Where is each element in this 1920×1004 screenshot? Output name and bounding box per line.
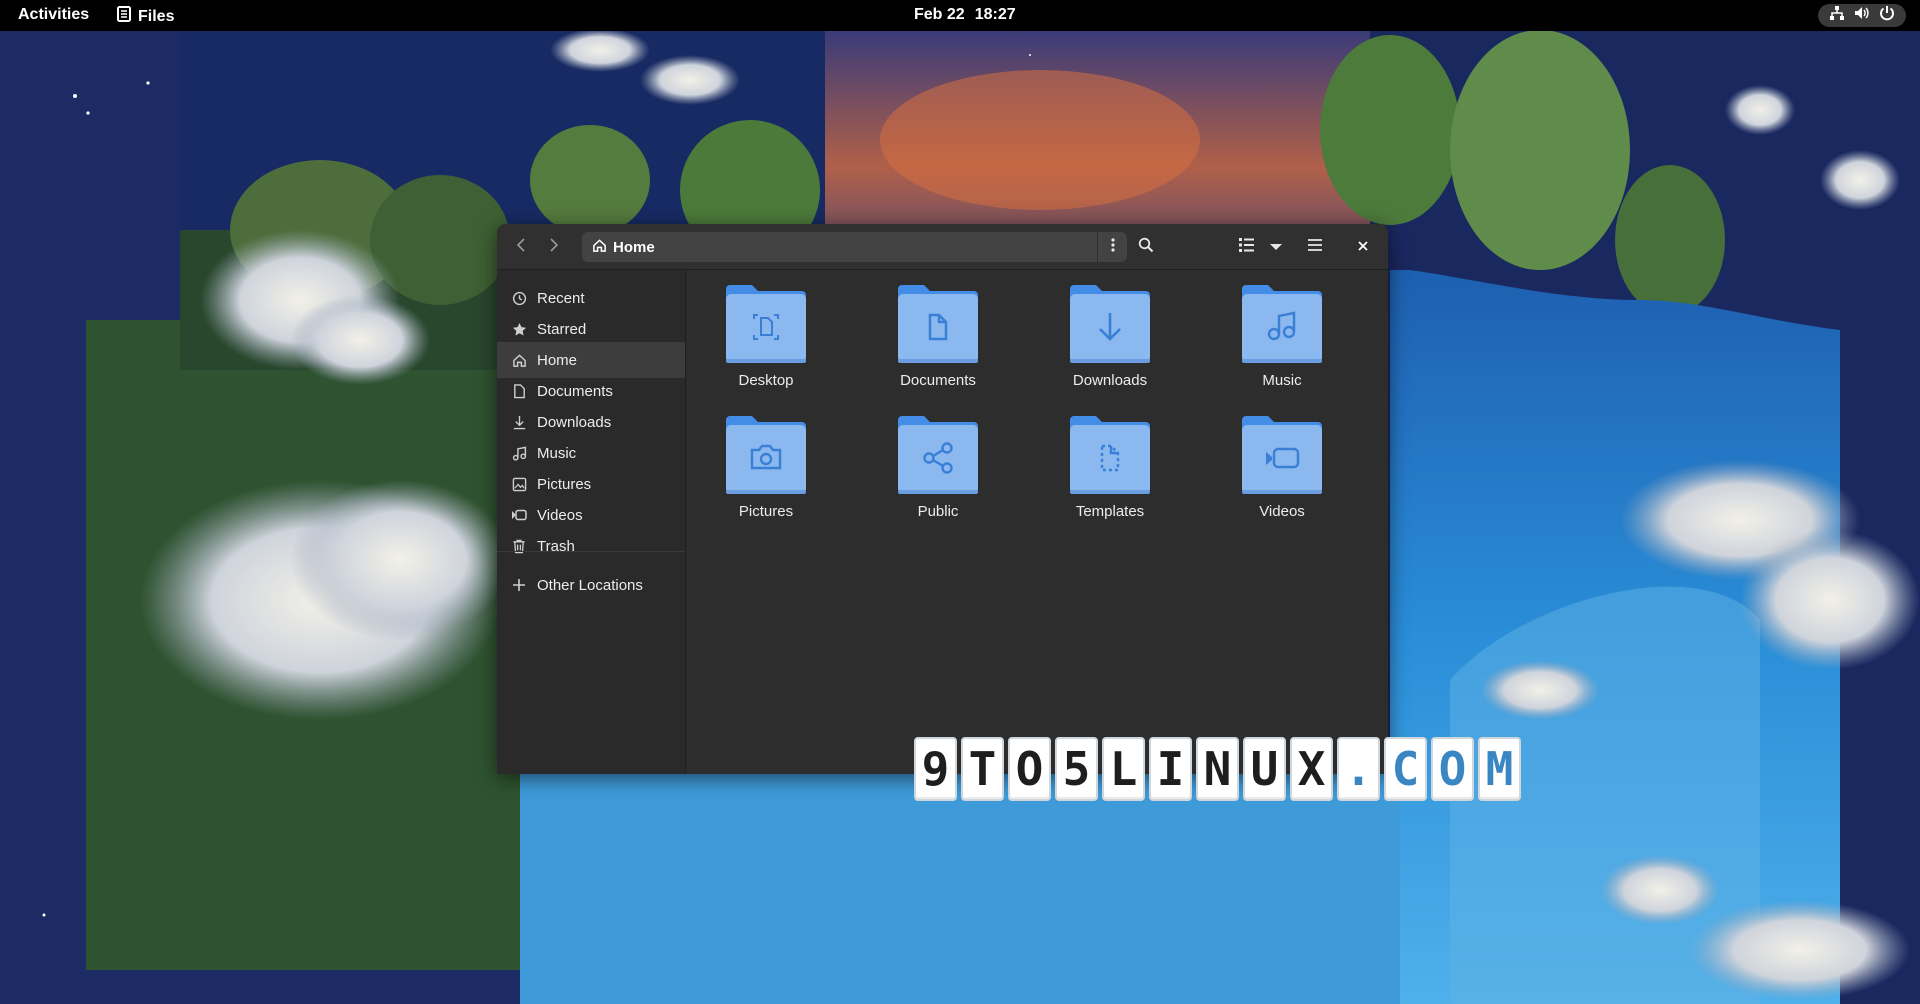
folder-templates[interactable]: Templates <box>1035 401 1185 521</box>
file-view: Desktop Documents Downloads Music Pictur… <box>686 270 1388 774</box>
path-menu-button[interactable] <box>1097 232 1127 262</box>
folder-label: Videos <box>1259 503 1305 520</box>
main-menu-icon <box>1307 238 1323 257</box>
folder-desktop[interactable]: Desktop <box>691 270 841 390</box>
watermark-char: O <box>1431 737 1474 801</box>
view-dropdown-icon <box>1270 238 1282 256</box>
watermark-char: O <box>1008 737 1051 801</box>
folder-videos[interactable]: Videos <box>1207 401 1357 521</box>
view-toggle-button[interactable] <box>1232 232 1262 262</box>
path-home-button[interactable]: Home <box>584 232 663 262</box>
folder-music[interactable]: Music <box>1207 270 1357 390</box>
volume-icon <box>1854 5 1870 26</box>
watermark-char: 5 <box>1055 737 1098 801</box>
sidebar-item-label: Home <box>537 351 578 369</box>
path-bar: Home <box>582 232 1127 262</box>
path-label: Home <box>613 238 655 256</box>
back-button[interactable] <box>507 232 536 262</box>
documents-folder-icon <box>898 285 978 363</box>
forward-button[interactable] <box>538 232 567 262</box>
watermark-char: 9 <box>914 737 957 801</box>
activities-button[interactable]: Activities <box>18 6 89 24</box>
top-bar: Activities Files Feb 22 18:27 <box>0 0 1920 31</box>
sidebar-item-label: Downloads <box>537 413 612 431</box>
desktop-folder-icon <box>726 285 806 363</box>
close-icon <box>1358 238 1368 256</box>
sidebar-item-label: Other Locations <box>537 576 643 594</box>
sidebar-separator <box>497 551 685 552</box>
folder-documents[interactable]: Documents <box>863 270 1013 390</box>
sidebar-item-other-locations[interactable]: Other Locations <box>497 567 685 603</box>
folder-label: Music <box>1262 372 1302 389</box>
folder-pictures[interactable]: Pictures <box>691 401 841 521</box>
clock-time: 18:27 <box>974 6 1016 23</box>
recent-icon <box>511 290 527 306</box>
sidebar-item-label: Recent <box>537 289 585 307</box>
home-icon <box>592 238 607 257</box>
folder-label: Desktop <box>738 372 794 389</box>
sidebar-item-label: Documents <box>537 382 613 400</box>
forward-icon <box>547 237 559 257</box>
folder-label: Pictures <box>738 503 794 520</box>
sidebar: Recent Starred Home Documents Downloads <box>497 270 686 774</box>
clock[interactable]: Feb 22 18:27 <box>914 6 1016 24</box>
pictures-folder-icon <box>726 416 806 494</box>
site-watermark: 9 T O 5 L I N U X . C O M <box>914 737 1521 801</box>
plus-icon <box>511 577 527 593</box>
video-icon <box>511 507 527 523</box>
watermark-char: N <box>1196 737 1239 801</box>
files-window: Home Recent Starred Home Documents Downl… <box>497 224 1388 774</box>
sidebar-item-label: Music <box>537 444 577 462</box>
downloads-folder-icon <box>1070 285 1150 363</box>
videos-folder-icon <box>1242 416 1322 494</box>
sidebar-item-trash[interactable]: Trash <box>497 528 685 564</box>
back-icon <box>516 237 528 257</box>
picture-icon <box>511 476 527 492</box>
search-button[interactable] <box>1131 232 1161 262</box>
folder-label: Public <box>917 503 959 520</box>
document-icon <box>511 383 527 399</box>
sidebar-item-label: Pictures <box>537 475 592 493</box>
folder-label: Downloads <box>1072 372 1148 389</box>
search-icon <box>1138 237 1154 258</box>
network-icon <box>1829 5 1845 26</box>
app-menu-button[interactable]: Files <box>117 6 174 27</box>
templates-folder-icon <box>1070 416 1150 494</box>
system-menu-button[interactable] <box>1818 4 1906 27</box>
star-icon <box>511 321 527 337</box>
files-app-icon <box>117 6 131 27</box>
path-menu-icon <box>1110 237 1115 258</box>
header-bar: Home <box>497 224 1388 270</box>
sidebar-item-label: Starred <box>537 320 587 338</box>
sidebar-item-label: Videos <box>537 506 583 524</box>
main-menu-button[interactable] <box>1300 232 1330 262</box>
folder-downloads[interactable]: Downloads <box>1035 270 1185 390</box>
folder-label: Documents <box>900 372 976 389</box>
close-button[interactable] <box>1348 232 1378 262</box>
watermark-char: U <box>1243 737 1286 801</box>
clock-date: Feb 22 <box>914 6 965 23</box>
watermark-char: L <box>1102 737 1145 801</box>
home-icon <box>511 352 527 368</box>
power-icon <box>1879 5 1895 26</box>
watermark-char: I <box>1149 737 1192 801</box>
download-icon <box>511 414 527 430</box>
view-controls <box>1232 232 1292 262</box>
watermark-char: C <box>1384 737 1427 801</box>
view-options-button[interactable] <box>1262 232 1290 262</box>
folder-label: Templates <box>1075 503 1145 520</box>
folder-public[interactable]: Public <box>863 401 1013 521</box>
music-icon <box>511 445 527 461</box>
app-name: Files <box>138 7 175 25</box>
list-view-icon <box>1239 237 1255 257</box>
public-folder-icon <box>898 416 978 494</box>
watermark-char: T <box>961 737 1004 801</box>
watermark-char: X <box>1290 737 1333 801</box>
music-folder-icon <box>1242 285 1322 363</box>
watermark-char: . <box>1337 737 1380 801</box>
watermark-char: M <box>1478 737 1521 801</box>
